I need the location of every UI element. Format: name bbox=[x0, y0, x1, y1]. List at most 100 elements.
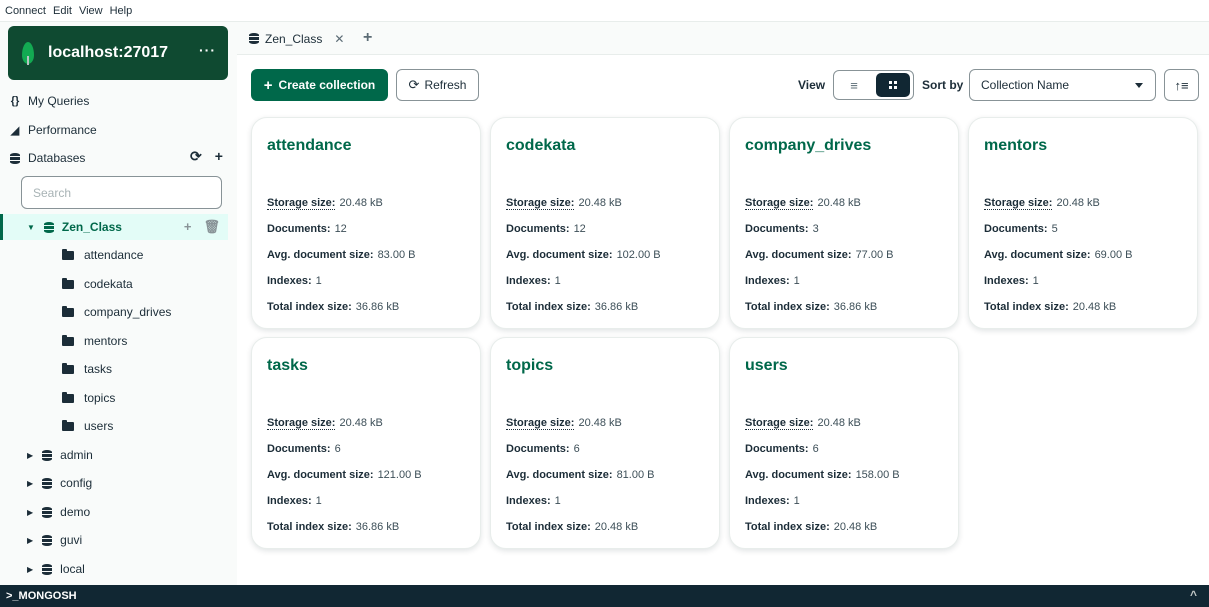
stat-label: Avg. document size: bbox=[745, 469, 852, 481]
database-actions: ⟳ + bbox=[190, 148, 223, 165]
caret-right-icon[interactable]: ▶ bbox=[27, 479, 33, 488]
stat-storage: Storage size: 20.48 kB bbox=[745, 197, 893, 223]
stat-value: 83.00 B bbox=[377, 249, 416, 261]
close-icon[interactable]: ✕ bbox=[334, 32, 344, 46]
sort-direction-icon[interactable]: ↑≡ bbox=[1164, 69, 1199, 101]
tree-collection[interactable]: company_drives bbox=[0, 299, 237, 325]
menu-view[interactable]: View bbox=[79, 5, 103, 17]
stat-value: 3 bbox=[812, 223, 819, 235]
stat-value: 36.86 kB bbox=[355, 521, 400, 533]
sort-select[interactable]: Collection Name bbox=[969, 69, 1156, 101]
stat-value: 6 bbox=[334, 443, 341, 455]
collection-card[interactable]: mentors Storage size: 20.48 kB Documents: 5 A… bbox=[968, 117, 1198, 329]
collection-card[interactable]: attendance Storage size: 20.48 kB Documents… bbox=[251, 117, 481, 329]
stat-indexes: Indexes: 1 bbox=[506, 495, 654, 521]
collection-card[interactable]: users Storage size: 20.48 kB Documents: 6 Avg… bbox=[729, 337, 959, 549]
collection-card-title[interactable]: tasks bbox=[267, 357, 308, 375]
stat-value: 20.48 kB bbox=[578, 417, 622, 429]
nav-databases-label: Databases bbox=[28, 151, 86, 165]
sidebar-search-input[interactable] bbox=[21, 176, 222, 209]
stat-total-index: Total index size: 36.86 kB bbox=[506, 301, 661, 327]
collection-card-title[interactable]: users bbox=[745, 357, 788, 375]
refresh-button[interactable]: ⟳ Refresh bbox=[396, 69, 479, 101]
add-collection-icon[interactable]: + bbox=[184, 219, 192, 235]
stat-documents: Documents: 3 bbox=[745, 223, 893, 249]
list-view-icon[interactable]: ≡ bbox=[838, 74, 870, 96]
tree-db-zen-class[interactable]: ▼ Zen_Class + 🗑 bbox=[0, 214, 228, 240]
tree-collection[interactable]: tasks bbox=[0, 356, 237, 382]
stat-total-index: Total index size: 36.86 kB bbox=[267, 301, 415, 327]
stat-label: Storage size: bbox=[984, 197, 1053, 210]
stat-value: 20.48 kB bbox=[1072, 301, 1117, 313]
stat-value: 158.00 B bbox=[855, 469, 900, 481]
caret-right-icon[interactable]: ▶ bbox=[27, 451, 33, 460]
stat-label: Indexes: bbox=[267, 495, 312, 507]
collection-card-title[interactable]: topics bbox=[506, 357, 553, 375]
tree-collection-label: codekata bbox=[84, 277, 133, 291]
tree-collection[interactable]: mentors bbox=[0, 328, 237, 354]
connection-header[interactable]: localhost:27017 ··· bbox=[8, 26, 228, 80]
chevron-up-icon[interactable]: ^ bbox=[1190, 588, 1197, 602]
tree-collection[interactable]: attendance bbox=[0, 242, 237, 268]
add-database-icon[interactable]: + bbox=[215, 148, 223, 165]
tree-db[interactable]: ▶ demo bbox=[0, 499, 237, 525]
menu-connect[interactable]: Connect bbox=[5, 5, 46, 17]
stat-value: 1 bbox=[315, 275, 322, 287]
tree-collection-label: tasks bbox=[84, 362, 113, 376]
collection-card[interactable]: tasks Storage size: 20.48 kB Documents: 6 Avg… bbox=[251, 337, 481, 549]
nav-performance[interactable]: ◢ Performance bbox=[8, 119, 97, 141]
stat-label: Documents: bbox=[267, 443, 331, 455]
menu-help[interactable]: Help bbox=[110, 5, 133, 17]
stat-value: 1 bbox=[315, 495, 322, 507]
tree-db[interactable]: ▶ admin bbox=[0, 442, 237, 468]
tab-zen-class[interactable]: Zen_Class ✕ bbox=[237, 22, 357, 55]
stat-label: Documents: bbox=[745, 443, 809, 455]
collection-card-title[interactable]: attendance bbox=[267, 137, 351, 155]
stat-indexes: Indexes: 1 bbox=[984, 275, 1132, 301]
add-tab-icon[interactable]: + bbox=[363, 29, 372, 47]
grid-view-icon[interactable] bbox=[876, 73, 910, 97]
folder-icon bbox=[62, 391, 74, 403]
stat-value: 20.48 kB bbox=[1056, 197, 1100, 209]
collection-stats: Storage size: 20.48 kB Documents: 12 Avg. do… bbox=[267, 197, 415, 327]
stat-label: Storage size: bbox=[745, 197, 814, 210]
stat-value: 20.48 kB bbox=[833, 521, 878, 533]
braces-icon: {} bbox=[10, 95, 20, 107]
collection-card-title[interactable]: company_drives bbox=[745, 137, 871, 155]
stat-label: Avg. document size: bbox=[506, 469, 613, 481]
create-collection-label: Create collection bbox=[278, 78, 376, 92]
menu-edit[interactable]: Edit bbox=[53, 5, 72, 17]
tree-db[interactable]: ▶ guvi bbox=[0, 527, 237, 553]
tree-db[interactable]: ▶ config bbox=[0, 470, 237, 496]
nav-my-queries[interactable]: {} My Queries bbox=[8, 90, 90, 112]
collection-card[interactable]: topics Storage size: 20.48 kB Documents: 6 Av… bbox=[490, 337, 720, 549]
tree-db-label: config bbox=[60, 476, 93, 490]
tree-collection[interactable]: topics bbox=[0, 385, 237, 411]
trash-icon[interactable]: 🗑 bbox=[203, 219, 220, 235]
collection-card[interactable]: company_drives Storage size: 20.48 kB Docum… bbox=[729, 117, 959, 329]
stat-avg: Avg. document size: 81.00 B bbox=[506, 469, 654, 495]
more-options-icon[interactable]: ··· bbox=[199, 42, 216, 58]
gauge-icon: ◢ bbox=[10, 124, 20, 137]
refresh-databases-icon[interactable]: ⟳ bbox=[190, 148, 202, 165]
collection-card-title[interactable]: codekata bbox=[506, 137, 575, 155]
tree-collection[interactable]: users bbox=[0, 413, 237, 439]
caret-right-icon[interactable]: ▶ bbox=[27, 536, 33, 545]
caret-right-icon[interactable]: ▶ bbox=[27, 565, 33, 574]
caret-right-icon[interactable]: ▶ bbox=[27, 508, 33, 517]
stat-label: Total index size: bbox=[506, 521, 591, 533]
tree-db[interactable]: ▶ local bbox=[0, 556, 237, 582]
mongosh-bar[interactable]: >_MONGOSH ^ bbox=[0, 585, 1209, 607]
nav-databases[interactable]: Databases bbox=[8, 147, 85, 169]
stat-value: 77.00 B bbox=[855, 249, 894, 261]
stat-documents: Documents: 6 bbox=[745, 443, 900, 469]
collection-card-title[interactable]: mentors bbox=[984, 137, 1047, 155]
caret-down-icon[interactable]: ▼ bbox=[27, 223, 35, 232]
collection-card[interactable]: codekata Storage size: 20.48 kB Documents: 1… bbox=[490, 117, 720, 329]
stat-label: Total index size: bbox=[506, 301, 591, 313]
create-collection-button[interactable]: + Create collection bbox=[251, 69, 388, 101]
stat-label: Avg. document size: bbox=[267, 469, 374, 481]
stat-label: Storage size: bbox=[506, 197, 575, 210]
folder-icon bbox=[62, 248, 74, 260]
tree-collection[interactable]: codekata bbox=[0, 271, 237, 297]
